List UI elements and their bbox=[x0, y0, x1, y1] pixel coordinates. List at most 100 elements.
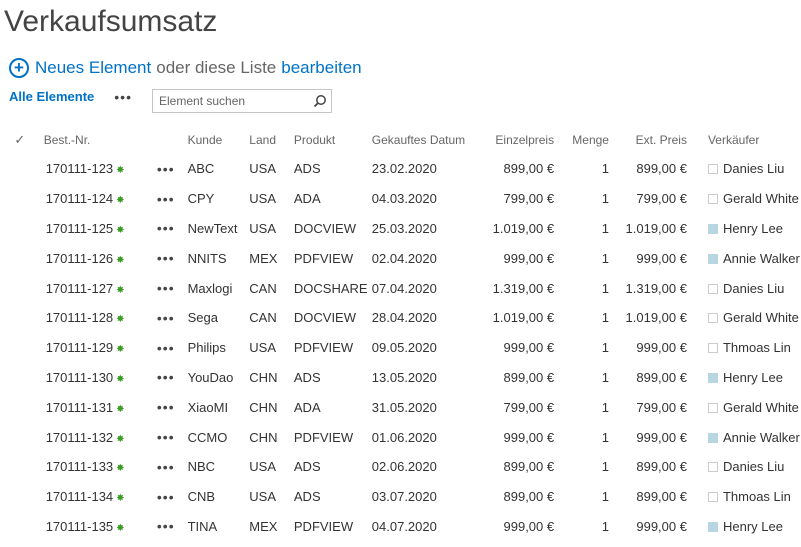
seller-color-swatch bbox=[707, 283, 718, 294]
row-select-cell[interactable] bbox=[8, 422, 32, 452]
date-cell: 25.03.2020 bbox=[371, 220, 437, 236]
sales-table: ✓ Best.-Nr. Kunde Land Produkt Gekauftes… bbox=[8, 126, 801, 541]
column-header-id[interactable]: Best.-Nr. bbox=[32, 126, 157, 154]
column-header-seller[interactable]: Verkäufer bbox=[703, 126, 801, 154]
row-select-cell[interactable] bbox=[8, 184, 32, 214]
row-select-cell[interactable] bbox=[8, 452, 32, 482]
order-id-cell[interactable]: 170111-132 ✸ bbox=[32, 422, 157, 452]
row-more-icon[interactable]: ••• bbox=[157, 333, 188, 363]
order-id-cell[interactable]: 170111-131 ✸ bbox=[32, 392, 157, 422]
unit-price-cell: 999,00 € bbox=[503, 250, 555, 266]
new-item-sparkle-icon: ✸ bbox=[116, 284, 125, 296]
seller-name: Henry Lee bbox=[722, 369, 783, 385]
row-select-cell[interactable] bbox=[8, 392, 32, 422]
order-id-cell[interactable]: 170111-123 ✸ bbox=[32, 154, 157, 184]
date-cell: 23.02.2020 bbox=[371, 161, 437, 177]
order-id[interactable]: 170111-133 bbox=[46, 459, 113, 474]
order-id[interactable]: 170111-130 bbox=[46, 370, 113, 385]
order-id-cell[interactable]: 170111-134 ✸ bbox=[32, 482, 157, 512]
customer-cell: TINA bbox=[187, 518, 218, 534]
order-id[interactable]: 170111-126 bbox=[46, 251, 113, 266]
view-all-items[interactable]: Alle Elemente bbox=[9, 89, 94, 104]
order-id-cell[interactable]: 170111-125 ✸ bbox=[32, 214, 157, 244]
column-header-quantity[interactable]: Menge bbox=[567, 126, 625, 154]
column-header-unit-price[interactable]: Einzelpreis bbox=[482, 126, 567, 154]
order-id[interactable]: 170111-135 bbox=[46, 519, 113, 534]
edit-list-link[interactable]: bearbeiten bbox=[281, 58, 361, 78]
row-more-icon[interactable]: ••• bbox=[157, 154, 188, 184]
row-select-cell[interactable] bbox=[8, 154, 32, 184]
row-more-icon[interactable]: ••• bbox=[157, 214, 188, 244]
country-cell: MEX bbox=[249, 250, 278, 266]
row-select-cell[interactable] bbox=[8, 512, 32, 542]
row-more-icon[interactable]: ••• bbox=[157, 243, 188, 273]
column-header-country[interactable]: Land bbox=[249, 126, 294, 154]
row-more-icon[interactable]: ••• bbox=[157, 392, 188, 422]
order-id-cell[interactable]: 170111-124 ✸ bbox=[32, 184, 157, 214]
row-more-icon[interactable]: ••• bbox=[157, 482, 188, 512]
row-select-cell[interactable] bbox=[8, 214, 32, 244]
table-row[interactable]: 170111-127 ✸ ••• Maxlogi CAN DOCSHARE 07.04.20… bbox=[8, 273, 801, 303]
seller-color-swatch bbox=[707, 164, 718, 175]
row-more-icon[interactable]: ••• bbox=[157, 363, 188, 393]
table-row[interactable]: 170111-123 ✸ ••• ABC USA ADS 23.02.2020 899,00 … bbox=[8, 154, 801, 184]
order-id[interactable]: 170111-131 bbox=[46, 400, 113, 415]
order-id-cell[interactable]: 170111-130 ✸ bbox=[32, 363, 157, 393]
row-more-icon[interactable]: ••• bbox=[157, 512, 188, 542]
table-row[interactable]: 170111-128 ✸ ••• Sega CAN DOCVIEW 28.04.2020 1.… bbox=[8, 303, 801, 333]
seller-cell: Gerald White bbox=[703, 392, 801, 422]
ext-price-cell: 899,00 € bbox=[636, 459, 687, 475]
search-input[interactable] bbox=[153, 94, 309, 108]
row-select-cell[interactable] bbox=[8, 303, 32, 333]
table-row[interactable]: 170111-131 ✸ ••• XiaoMI CHN ADA 31.05.2020 799,… bbox=[8, 392, 801, 422]
column-header-ext-price[interactable]: Ext. Preis bbox=[625, 126, 703, 154]
table-row[interactable]: 170111-130 ✸ ••• YouDao CHN ADS 13.05.2020 899,… bbox=[8, 363, 801, 393]
row-more-icon[interactable]: ••• bbox=[157, 273, 188, 303]
new-item-link[interactable]: Neues Element bbox=[35, 58, 151, 78]
row-more-icon[interactable]: ••• bbox=[157, 422, 188, 452]
order-id-cell[interactable]: 170111-135 ✸ bbox=[32, 512, 157, 542]
order-id[interactable]: 170111-132 bbox=[46, 430, 113, 445]
row-select-cell[interactable] bbox=[8, 363, 32, 393]
table-row[interactable]: 170111-124 ✸ ••• CPY USA ADA 04.03.2020 799,00 … bbox=[8, 184, 801, 214]
order-id-cell[interactable]: 170111-127 ✸ bbox=[32, 273, 157, 303]
row-select-cell[interactable] bbox=[8, 482, 32, 512]
select-all-checkmark-icon[interactable]: ✓ bbox=[8, 126, 32, 154]
row-select-cell[interactable] bbox=[8, 243, 32, 273]
table-row[interactable]: 170111-133 ✸ ••• NBC USA ADS 02.06.2020 899,00 … bbox=[8, 452, 801, 482]
order-id[interactable]: 170111-127 bbox=[46, 281, 113, 296]
column-header-customer[interactable]: Kunde bbox=[188, 126, 250, 154]
table-row[interactable]: 170111-129 ✸ ••• Philips USA PDFVIEW 09.05.202… bbox=[8, 333, 801, 363]
row-more-icon[interactable]: ••• bbox=[157, 184, 188, 214]
order-id[interactable]: 170111-129 bbox=[46, 340, 113, 355]
search-box bbox=[152, 89, 332, 113]
country-cell: USA bbox=[249, 459, 277, 475]
order-id[interactable]: 170111-128 bbox=[46, 310, 113, 325]
order-id-cell[interactable]: 170111-128 ✸ bbox=[32, 303, 157, 333]
order-id-cell[interactable]: 170111-133 ✸ bbox=[32, 452, 157, 482]
order-id[interactable]: 170111-124 bbox=[46, 191, 113, 206]
view-more-icon[interactable]: ••• bbox=[114, 90, 132, 104]
table-row[interactable]: 170111-126 ✸ ••• NNITS MEX PDFVIEW 02.04.2020 9… bbox=[8, 243, 801, 273]
seller-cell: Gerald White bbox=[703, 184, 801, 214]
table-row[interactable]: 170111-135 ✸ ••• TINA MEX PDFVIEW 04.07.2020 99… bbox=[8, 512, 801, 542]
order-id[interactable]: 170111-125 bbox=[46, 221, 113, 236]
table-row[interactable]: 170111-132 ✸ ••• CCMO CHN PDFVIEW 01.06.2020 99… bbox=[8, 422, 801, 452]
row-select-cell[interactable] bbox=[8, 273, 32, 303]
table-row[interactable]: 170111-125 ✸ ••• NewText USA DOCVIEW 25.03.202… bbox=[8, 214, 801, 244]
row-more-icon[interactable]: ••• bbox=[157, 303, 188, 333]
order-id[interactable]: 170111-134 bbox=[46, 489, 113, 504]
search-icon[interactable] bbox=[309, 90, 331, 112]
column-header-product[interactable]: Produkt bbox=[294, 126, 372, 154]
order-id-cell[interactable]: 170111-126 ✸ bbox=[32, 243, 157, 273]
table-row[interactable]: 170111-134 ✸ ••• CNB USA ADS 03.07.2020 899,00 … bbox=[8, 482, 801, 512]
quantity-cell: 1 bbox=[601, 429, 609, 445]
country-cell: MEX bbox=[249, 518, 278, 534]
plus-circle-icon[interactable]: + bbox=[9, 58, 29, 78]
column-header-date[interactable]: Gekauftes Datum bbox=[372, 126, 483, 154]
row-more-icon[interactable]: ••• bbox=[157, 452, 188, 482]
row-select-cell[interactable] bbox=[8, 333, 32, 363]
order-id-cell[interactable]: 170111-129 ✸ bbox=[32, 333, 157, 363]
order-id[interactable]: 170111-123 bbox=[46, 161, 113, 176]
quantity-cell: 1 bbox=[601, 310, 609, 326]
